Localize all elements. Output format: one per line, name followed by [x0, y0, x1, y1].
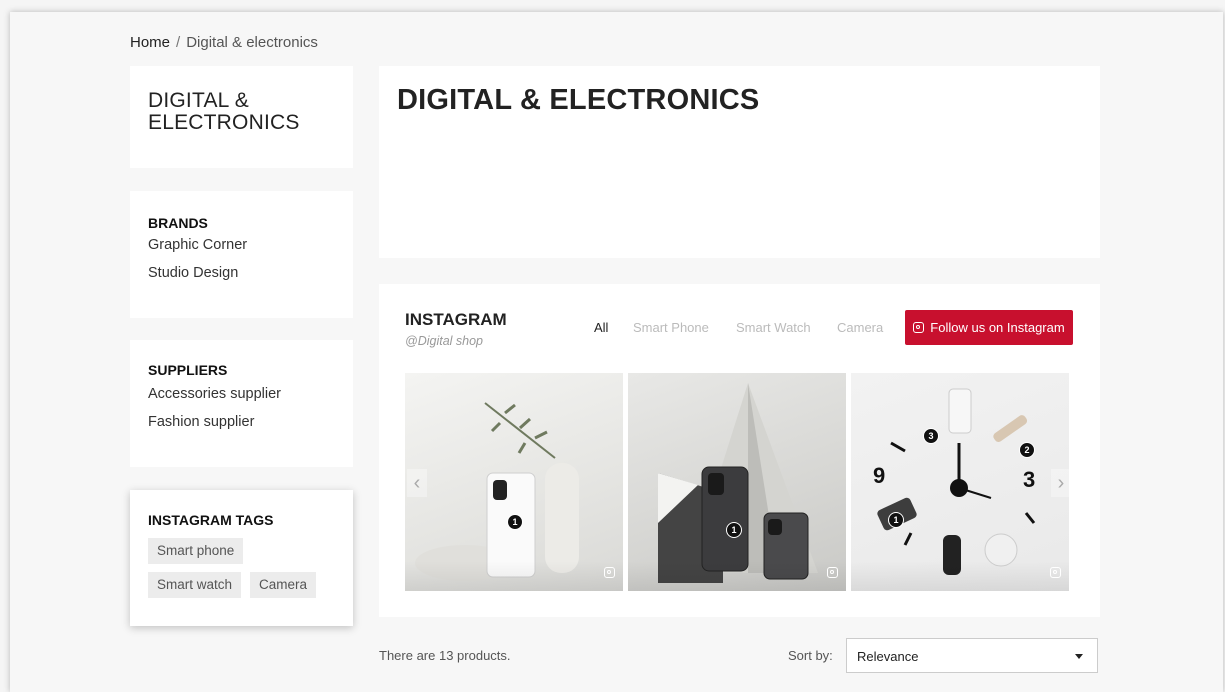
carousel-next-arrow-icon[interactable]: › — [1051, 469, 1071, 497]
svg-text:3: 3 — [1023, 467, 1035, 492]
instagram-title: INSTAGRAM — [405, 310, 507, 329]
suppliers-heading: SUPPLIERS — [148, 362, 228, 378]
photo-illustration — [658, 383, 818, 583]
sort-value: Relevance — [857, 649, 919, 664]
photo-shade — [628, 561, 846, 591]
instagram-icon — [1050, 565, 1061, 583]
instagram-photo[interactable]: 1 — [628, 373, 846, 591]
supplier-link[interactable]: Fashion supplier — [148, 414, 254, 430]
instagram-tag[interactable]: Camera — [250, 572, 317, 598]
follow-instagram-label: Follow us on Instagram — [930, 320, 1065, 335]
product-marker[interactable]: 1 — [726, 522, 742, 538]
breadcrumb-separator: / — [176, 34, 181, 51]
suppliers-block: SUPPLIERS Accessories supplier Fashion s… — [130, 340, 353, 467]
filter-smart-phone[interactable]: Smart Phone — [633, 320, 709, 335]
instagram-photo[interactable]: 1 — [405, 373, 623, 591]
product-marker[interactable]: 1 — [888, 512, 904, 528]
photo-illustration: 9 3 — [873, 388, 1035, 575]
instagram-icon — [913, 322, 925, 333]
instagram-photo[interactable]: 9 3 3 2 1 — [851, 373, 1069, 591]
breadcrumb-home-link[interactable]: Home — [130, 34, 170, 51]
instagram-tag[interactable]: Smart watch — [148, 572, 242, 598]
category-header: DIGITAL & ELECTRONICS — [379, 66, 1100, 258]
category-title: DIGITAL & ELECTRONICS — [148, 89, 300, 134]
brand-link[interactable]: Graphic Corner — [148, 237, 247, 253]
instagram-icon — [827, 565, 838, 583]
caret-down-icon — [1075, 654, 1083, 659]
instagram-tags-block: INSTAGRAM TAGS Smart phone Smart watch C… — [130, 490, 353, 626]
brand-link[interactable]: Studio Design — [148, 265, 238, 281]
sort-select[interactable]: Relevance — [846, 638, 1098, 673]
breadcrumb: Home / Digital & electronics — [130, 34, 318, 51]
instagram-tag[interactable]: Smart phone — [148, 538, 244, 564]
product-marker[interactable]: 2 — [1019, 442, 1035, 458]
product-count: There are 13 products. — [379, 648, 511, 663]
supplier-link[interactable]: Accessories supplier — [148, 386, 281, 402]
photo-shade — [851, 561, 1069, 591]
follow-instagram-button[interactable]: Follow us on Instagram — [905, 310, 1073, 345]
svg-text:9: 9 — [873, 463, 885, 488]
brands-block: BRANDS Graphic Corner Studio Design — [130, 191, 353, 318]
instagram-feed: INSTAGRAM @Digital shop All Smart Phone … — [379, 284, 1100, 617]
product-marker[interactable]: 3 — [923, 428, 939, 444]
photo-illustration — [415, 402, 579, 581]
filter-all[interactable]: All — [594, 320, 608, 335]
product-marker[interactable]: 1 — [507, 514, 523, 530]
instagram-tags-heading: INSTAGRAM TAGS — [148, 512, 274, 528]
page-title: DIGITAL & ELECTRONICS — [397, 84, 760, 116]
photo-shade — [405, 561, 623, 591]
carousel-prev-arrow-icon[interactable]: ‹ — [407, 469, 427, 497]
filter-smart-watch[interactable]: Smart Watch — [736, 320, 811, 335]
category-title-block: DIGITAL & ELECTRONICS — [130, 66, 353, 168]
breadcrumb-current: Digital & electronics — [186, 34, 318, 51]
sort-label: Sort by: — [788, 648, 833, 663]
filter-camera[interactable]: Camera — [837, 320, 883, 335]
instagram-icon — [604, 565, 615, 583]
instagram-handle: @Digital shop — [405, 334, 484, 348]
brands-heading: BRANDS — [148, 215, 208, 231]
